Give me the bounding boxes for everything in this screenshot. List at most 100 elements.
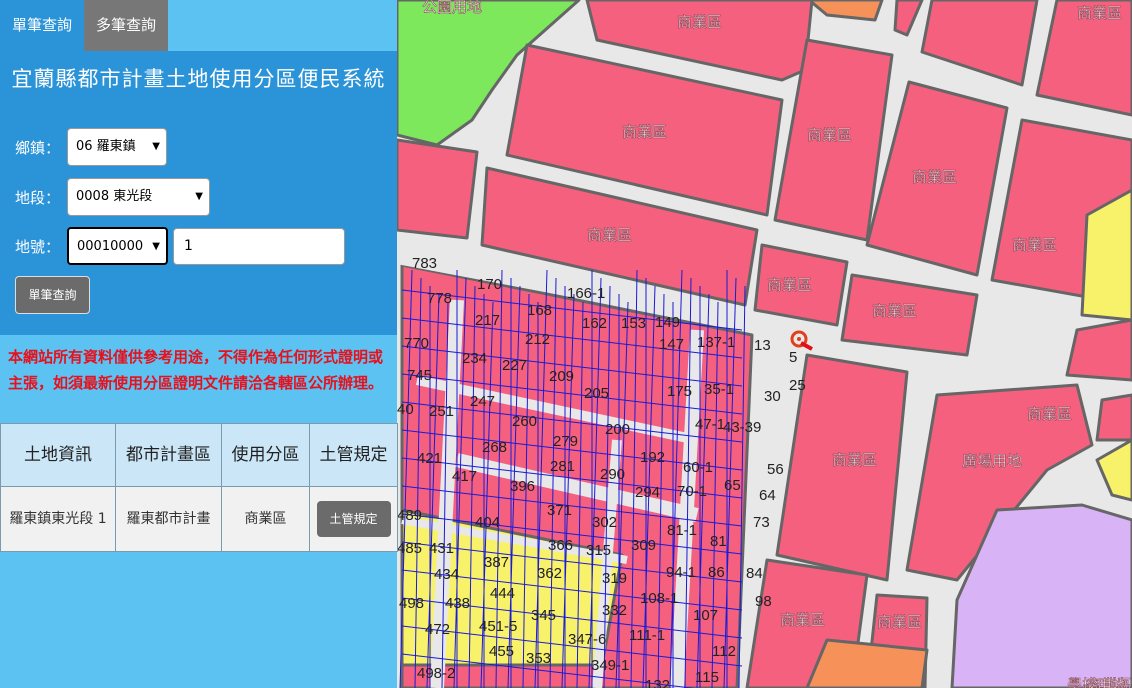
zone-label: 商業區	[807, 127, 852, 144]
parcel-number-label: 489	[397, 507, 422, 524]
disclaimer-notice: 本網站所有資料僅供參考用途，不得作為任何形式證明或主張，如須最新使用分區證明文件…	[8, 348, 384, 392]
parcel-number-label: 387	[484, 554, 509, 571]
parcel-number-label: 309	[631, 537, 656, 554]
parcel-number-label: 349-1	[591, 657, 629, 674]
cell-rules: 土管規定	[309, 486, 398, 552]
parcel-number-label: 770	[404, 335, 429, 352]
residential-zone[interactable]	[1095, 438, 1132, 502]
parcel-number-label: 268	[482, 439, 507, 456]
parcel-number-label: 153	[621, 315, 646, 332]
commercial-block[interactable]	[1095, 393, 1132, 442]
parcel-number-label: 279	[553, 433, 578, 450]
tab-multi-query[interactable]: 多筆查詢	[84, 0, 168, 51]
parcel-number-label: 64	[759, 487, 776, 504]
parcel-number-label: 149	[655, 314, 680, 331]
zone-label: 商業區	[872, 303, 917, 320]
other-zone[interactable]	[805, 638, 929, 688]
map-canvas[interactable]: 公園用地商業區商業區商業區 商業區商業區商業區商業區商業區商業區商業區 廣場用地商業…	[397, 0, 1132, 688]
commercial-block[interactable]	[1065, 318, 1132, 382]
query-panel: 單筆查詢 多筆查詢 宜蘭縣都市計畫土地使用分區便民系統 鄉鎮： 06 羅東鎮 ▼…	[0, 0, 398, 688]
parcel-number-label: 170	[477, 276, 502, 293]
lot-main-select[interactable]: 00010000 ▼	[67, 227, 168, 265]
parcel-number-label: 94-1	[666, 564, 696, 581]
parcel-number-label: 294	[635, 484, 660, 501]
parcel-number-label: 371	[547, 502, 572, 519]
zone-label: 公園用地	[422, 0, 482, 16]
parcel-number-label: 347-6	[568, 631, 606, 648]
commercial-block[interactable]	[893, 0, 924, 37]
parcel-number-label: 251	[429, 403, 454, 420]
section-label: 地段：	[15, 189, 61, 207]
parcel-number-label: 227	[502, 357, 527, 374]
parcel-number-label: 205	[584, 385, 609, 402]
parcel-number-label: 132	[645, 677, 670, 688]
section-value: 0008 東光段	[76, 189, 153, 204]
parcel-number-label: 404	[475, 514, 500, 531]
table-header-row: 土地資訊 都市計畫區 使用分區 土管規定	[0, 423, 398, 487]
parcel-number-label: 417	[452, 468, 477, 485]
parcel-number-label: 302	[592, 514, 617, 531]
parcel-number-label: 137-1	[697, 334, 735, 351]
parcel-number-label: 778	[427, 290, 452, 307]
parcel-number-label: 498-2	[417, 665, 455, 682]
query-form: 宜蘭縣都市計畫土地使用分區便民系統 鄉鎮： 06 羅東鎮 ▼ 地段： 0008 …	[0, 51, 397, 335]
section-select[interactable]: 0008 東光段 ▼	[67, 178, 210, 216]
parcel-number-label: 112	[712, 643, 736, 660]
parcel-number-label: 745	[407, 367, 432, 384]
header-rules: 土管規定	[309, 423, 398, 487]
parcel-number-label: 107	[693, 607, 718, 624]
tab-single-query[interactable]: 單筆查詢	[0, 0, 84, 51]
parcel-number-label: 175	[667, 383, 692, 400]
parcel-number-label: 200	[605, 421, 630, 438]
parcel-number-label: 81	[710, 533, 727, 550]
parcel-number-label: 290	[600, 466, 625, 483]
zone-label: 商業區	[1077, 5, 1122, 22]
parcel-number-label: 65	[724, 477, 741, 494]
parcel-number-label: 431	[429, 540, 454, 557]
parcel-number-label: 162	[582, 315, 607, 332]
parcel-number-label: 147	[659, 336, 684, 353]
cell-plan-area: 羅東都市計畫	[115, 486, 222, 552]
parcel-number-label: 209	[549, 368, 574, 385]
other-zone[interactable]	[807, 0, 884, 22]
commercial-block[interactable]	[397, 138, 479, 240]
township-select[interactable]: 06 羅東鎮 ▼	[67, 128, 167, 166]
parcel-number-label: 192	[640, 449, 665, 466]
table-row: 羅東鎮東光段 1 羅東都市計畫 商業區 土管規定	[0, 486, 398, 552]
parcel-number-label: 438	[445, 595, 470, 612]
parcel-number-label: 111-1	[629, 627, 665, 644]
parcel-number-label: 472	[425, 621, 450, 638]
parcel-number-label: 47-1	[695, 416, 725, 433]
header-plan-area: 都市計畫區	[115, 423, 222, 487]
commercial-block[interactable]	[920, 0, 1039, 87]
zoning-map[interactable]: 公園用地 商業區 商業區 商業區 商業區 商業區 商業區 商業區 商業區 商業區 商業區 廣場用地 商業…	[397, 0, 1132, 688]
zone-label: 廣場用地	[962, 453, 1022, 470]
parcel-number-label: 166-1	[567, 285, 605, 302]
parcel-number-label: 315	[586, 542, 611, 559]
zone-label: 商業區	[622, 124, 667, 141]
header-land-info: 土地資訊	[0, 423, 116, 487]
parcel-number-label: 212	[525, 331, 550, 348]
lot-sub-input[interactable]: 1	[173, 228, 345, 265]
parcel-number-label: 353	[526, 650, 551, 667]
parcel-number-label: 451-5	[479, 618, 517, 635]
parcel-number-label: 217	[475, 312, 500, 329]
land-rules-button[interactable]: 土管規定	[316, 501, 391, 537]
parcel-number-label: 40	[397, 401, 414, 418]
zone-label: 商業區	[832, 452, 877, 469]
parcel-number-label: 421	[417, 450, 442, 467]
zone-label: 商業區	[912, 169, 957, 186]
parcel-number-label: 234	[462, 350, 487, 367]
parcel-number-label: 485	[397, 540, 422, 557]
single-query-button[interactable]: 單筆查詢	[15, 276, 90, 314]
chevron-down-icon: ▼	[195, 191, 203, 202]
parcel-number-label: 319	[602, 570, 627, 587]
parcel-number-label: 362	[537, 565, 562, 582]
page-title: 宜蘭縣都市計畫土地使用分區便民系統	[11, 67, 386, 91]
parcel-number-label: 444	[490, 585, 515, 602]
parcel-number-label: 332	[602, 602, 627, 619]
tab-bar: 單筆查詢 多筆查詢	[0, 0, 397, 51]
parcel-number-label: 281	[550, 458, 575, 475]
parcel-number-label: 35-1	[704, 381, 734, 398]
parcel-number-label: 396	[510, 478, 535, 495]
